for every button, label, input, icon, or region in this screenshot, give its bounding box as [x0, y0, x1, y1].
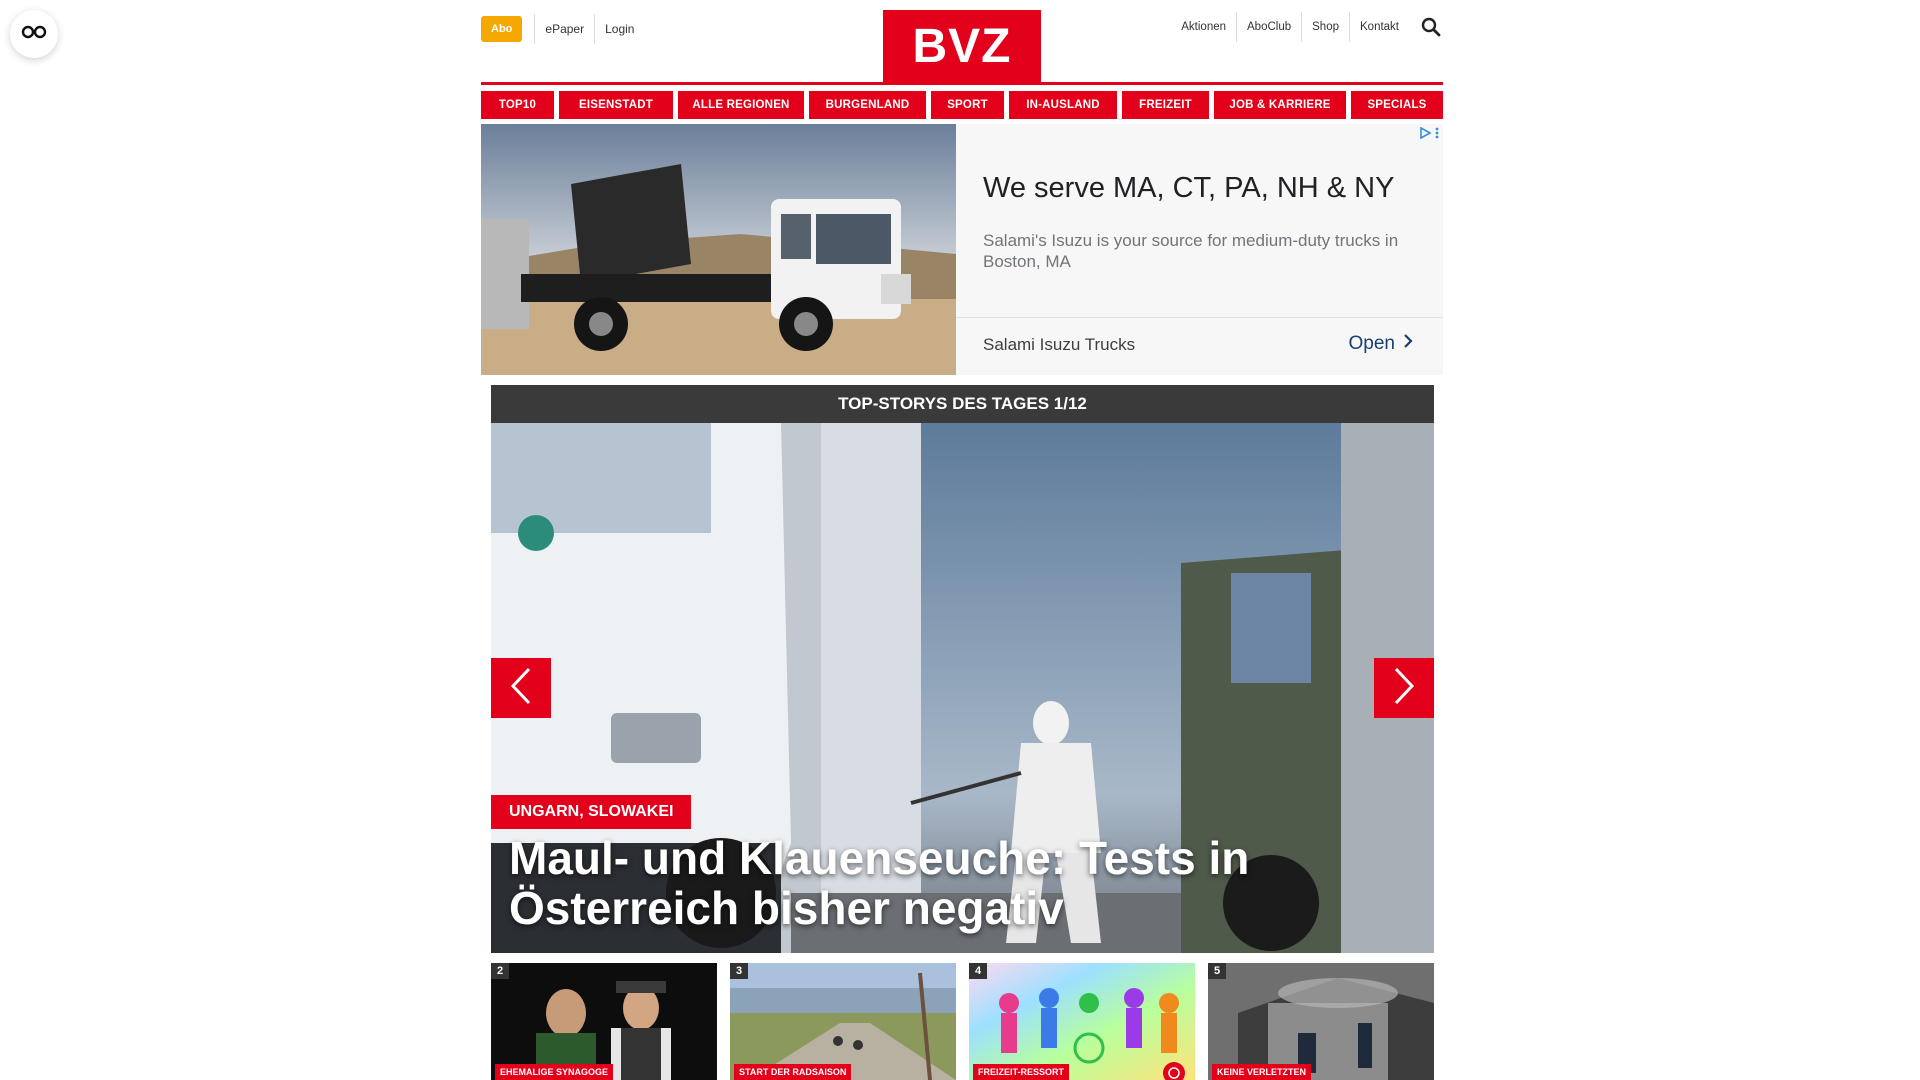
aktionen-link[interactable]: Aktionen	[1171, 12, 1236, 42]
nav-item-eisenstadt[interactable]: EISENSTADT	[559, 91, 673, 119]
ad-divider	[956, 317, 1443, 318]
header: Abo ePaper Login BVZ Aktionen AboClub Sh…	[481, 0, 1443, 82]
abo-button[interactable]: Abo	[481, 16, 523, 42]
thumb-number: 2	[491, 963, 510, 979]
nav-item-job-karriere[interactable]: JOB & KARRIERE	[1214, 91, 1346, 119]
bvz-logo[interactable]: BVZ	[883, 10, 1041, 82]
ad-truck-image[interactable]	[481, 124, 956, 375]
nav-item-freizeit[interactable]: FREIZEIT	[1122, 91, 1209, 119]
ad-open-button[interactable]: Open	[1349, 333, 1413, 355]
adchoices-icon[interactable]	[1419, 127, 1439, 139]
thumb-image	[730, 963, 956, 1080]
nav-item-burgenland[interactable]: BURGENLAND	[809, 91, 926, 119]
thumb-image	[491, 963, 717, 1080]
main-nav: TOP10 EISENSTADT ALLE REGIONEN BURGENLAN…	[481, 91, 1443, 119]
chevron-right-icon	[1393, 666, 1415, 711]
page-header-container: Abo ePaper Login BVZ Aktionen AboClub Sh…	[481, 0, 1443, 82]
carousel-prev-button[interactable]	[491, 658, 551, 718]
story-thumb-4[interactable]: 4 FREIZEIT-RESSORT	[969, 963, 1195, 1080]
top-left-links: Abo ePaper Login	[481, 14, 644, 44]
header-divider	[481, 82, 1443, 85]
ad-text-panel[interactable]: We serve MA, CT, PA, NH & NY Salami's Is…	[956, 124, 1443, 375]
chevron-right-icon	[1403, 333, 1413, 355]
story-thumb-2[interactable]: 2 EHEMALIGE SYNAGOGE	[491, 963, 717, 1080]
epaper-link[interactable]: ePaper	[534, 14, 594, 44]
hero-story[interactable]: UNGARN, SLOWAKEI Maul- und Klauenseuche:…	[491, 423, 1434, 953]
kontakt-link[interactable]: Kontakt	[1349, 12, 1409, 42]
carousel-next-button[interactable]	[1374, 658, 1434, 718]
ad-advertiser[interactable]: Salami Isuzu Trucks	[983, 335, 1135, 355]
ad-description: Salami's Isuzu is your source for medium…	[983, 231, 1399, 271]
thumb-number: 4	[969, 963, 988, 979]
top-right-links: Aktionen AboClub Shop Kontakt	[1171, 12, 1443, 42]
thumb-category-tag[interactable]: START DER RADSAISON	[734, 1064, 852, 1080]
thumb-number: 5	[1208, 963, 1227, 979]
nav-item-in-ausland[interactable]: IN-AUSLAND	[1009, 91, 1117, 119]
thumb-category-tag[interactable]: KEINE VERLETZTEN	[1212, 1064, 1312, 1080]
nav-item-top10[interactable]: TOP10	[481, 91, 554, 119]
thumb-image	[1208, 963, 1434, 1080]
story-thumb-5[interactable]: 5 KEINE VERLETZTEN	[1208, 963, 1434, 1080]
chevron-left-icon	[510, 666, 532, 711]
advertisement[interactable]: We serve MA, CT, PA, NH & NY Salami's Is…	[481, 124, 1443, 375]
reader-view-button[interactable]	[10, 10, 58, 58]
thumb-category-tag[interactable]: EHEMALIGE SYNAGOGE	[495, 1064, 614, 1080]
top-stories-header: TOP-STORYS DES TAGES 1/12	[491, 385, 1434, 423]
ad-open-label: Open	[1348, 333, 1395, 354]
login-link[interactable]: Login	[594, 14, 644, 44]
hero-category-tag[interactable]: UNGARN, SLOWAKEI	[491, 795, 692, 829]
story-thumb-3[interactable]: 3 START DER RADSAISON	[730, 963, 956, 1080]
search-icon[interactable]	[1419, 15, 1443, 39]
ad-headline[interactable]: We serve MA, CT, PA, NH & NY	[983, 172, 1394, 205]
hero-headline[interactable]: Maul- und Klauenseuche: Tests in Österre…	[509, 833, 1289, 933]
shop-link[interactable]: Shop	[1301, 12, 1349, 42]
thumb-image	[969, 963, 1195, 1080]
thumb-number: 3	[730, 963, 749, 979]
nav-item-specials[interactable]: SPECIALS	[1351, 91, 1443, 119]
glasses-icon	[21, 25, 47, 44]
story-thumbnails: 2 EHEMALIGE SYNAGOGE 3 START DER RADSAIS…	[491, 963, 1434, 1080]
thumb-category-tag[interactable]: FREIZEIT-RESSORT	[973, 1064, 1070, 1080]
nav-item-alle-regionen[interactable]: ALLE REGIONEN	[678, 91, 804, 119]
aboclub-link[interactable]: AboClub	[1236, 12, 1301, 42]
nav-item-sport[interactable]: SPORT	[931, 91, 1004, 119]
